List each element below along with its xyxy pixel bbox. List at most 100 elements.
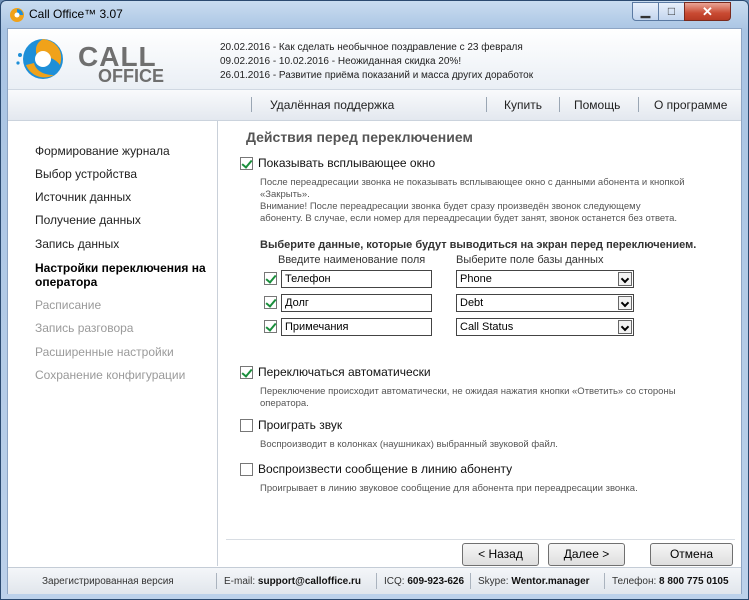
status-bar: Зарегистрированная версия E-mail: suppor… [8,567,741,594]
status-skype-label: Skype: [478,576,509,587]
maximize-icon: □ [667,4,676,18]
back-button[interactable]: < Назад [462,543,539,566]
sidebar-item-advanced: Расширенные настройки [35,345,174,359]
sidebar-item-data-source[interactable]: Источник данных [35,190,131,204]
play-message-label[interactable]: Воспроизвести сообщение в линию абоненту [258,462,512,476]
status-icq-label: ICQ: [384,576,405,587]
registration-status: Зарегистрированная версия [42,576,174,587]
minimize-icon: ▁ [640,4,651,18]
nav-about[interactable]: О программе [654,98,727,112]
popup-checkbox[interactable] [240,157,253,170]
chevron-down-icon[interactable] [618,272,632,286]
sidebar-item-schedule: Расписание [35,298,102,312]
db-field-select-value: Phone [460,273,492,285]
nav-help[interactable]: Помощь [574,98,620,112]
sidebar: Формирование журнала Выбор устройства Ис… [8,121,218,566]
description-line: оператора. [260,398,309,409]
chevron-down-icon[interactable] [618,320,632,334]
header: CALL OFFICE 20.02.2016 - Как сделать нео… [8,29,741,90]
status-divider [604,573,605,589]
minimize-button[interactable]: ▁ [632,2,659,21]
window-title: Call Office™ 3.07 [29,7,123,21]
phone-value: 8 800 775 0105 [659,576,729,587]
field-name-input[interactable]: Телефон [281,270,432,288]
auto-switch-checkbox[interactable] [240,366,253,379]
db-field-select[interactable]: Phone [456,270,634,288]
db-field-select-value: Call Status [460,321,514,333]
cancel-button[interactable]: Отмена [650,543,733,566]
chevron-down-icon[interactable] [618,296,632,310]
close-icon: ✕ [702,4,713,19]
news-list: 20.02.2016 - Как сделать необычное поздр… [220,41,533,83]
play-message-checkbox[interactable] [240,463,253,476]
maximize-button[interactable]: □ [658,2,685,21]
fields-heading: Выберите данные, которые будут выводитьс… [260,239,697,251]
title-bar[interactable]: Call Office™ 3.07 ▁ □ ✕ [1,1,748,28]
news-item[interactable]: 26.01.2016 - Развитие приёма показаний и… [220,69,533,83]
field-row-checkbox[interactable] [264,320,277,333]
sidebar-item-recording: Запись разговора [35,321,134,335]
close-button[interactable]: ✕ [684,2,731,21]
sidebar-item-data-write[interactable]: Запись данных [35,237,119,251]
sidebar-item-data-receive[interactable]: Получение данных [35,213,141,227]
field-row-checkbox[interactable] [264,296,277,309]
nav-divider [251,97,252,112]
status-email-label: E-mail: [224,576,256,587]
main-content: Действия перед переключением Показывать … [218,121,741,566]
news-item[interactable]: 09.02.2016 - 10.02.2016 - Неожиданная ск… [220,55,533,69]
sidebar-item-switch-settings-line2[interactable]: оператора [35,275,97,289]
news-item[interactable]: 20.02.2016 - Как сделать необычное поздр… [220,41,533,55]
status-divider [376,573,377,589]
status-phone: Телефон: 8 800 775 0105 [612,576,729,587]
auto-switch-label[interactable]: Переключаться автоматически [258,365,431,379]
email-link[interactable]: support@calloffice.ru [258,576,361,587]
description-line: Переключение происходит автоматически, н… [260,386,676,397]
sidebar-item-journal[interactable]: Формирование журнала [35,144,170,158]
field-name-input[interactable]: Долг [281,294,432,312]
db-field-column-header: Выберите поле базы данных [456,254,604,266]
field-row-checkbox[interactable] [264,272,277,285]
status-divider [216,573,217,589]
description-line: абоненту. В случае, если номер для переа… [260,213,678,224]
popup-checkbox-label[interactable]: Показывать всплывающее окно [258,156,435,170]
description-line: После переадресации звонка не показывать… [260,177,685,188]
play-sound-label[interactable]: Проиграть звук [258,418,342,432]
status-icq: ICQ: 609-923-626 [384,576,464,587]
play-message-description: Проигрывает в линию звуковое сообщение д… [260,483,638,494]
status-phone-label: Телефон: [612,576,657,587]
description-line: Внимание! После переадресации звонка буд… [260,201,641,212]
description-line: «Закрыть». [260,189,310,200]
page-title: Действия перед переключением [246,129,473,145]
sidebar-item-save-config: Сохранение конфигурации [35,368,186,382]
sidebar-item-device[interactable]: Выбор устройства [35,167,137,181]
skype-value: Wentor.manager [511,576,590,587]
db-field-select[interactable]: Call Status [456,318,634,336]
logo-swirl-icon [16,39,63,79]
nav-remote-support[interactable]: Удалённая поддержка [270,98,394,112]
play-sound-description: Воспроизводит в колонках (наушниках) выб… [260,439,558,450]
nav-buy[interactable]: Купить [504,98,542,112]
status-email: E-mail: support@calloffice.ru [224,576,361,587]
status-divider [470,573,471,589]
nav-divider [638,97,639,112]
auto-switch-description: Переключение происходит автоматически, н… [260,386,730,410]
next-button[interactable]: Далее > [548,543,625,566]
logo-text-office: OFFICE [98,66,164,86]
divider [226,539,735,540]
status-skype: Skype: Wentor.manager [478,576,590,587]
icq-value: 609-923-626 [407,576,465,587]
popup-description: После переадресации звонка не показывать… [260,177,730,225]
sidebar-item-switch-settings[interactable]: Настройки переключения на [35,261,206,275]
nav-divider [559,97,560,112]
nav-divider [486,97,487,112]
logo: CALL OFFICE [14,35,204,86]
db-field-select-value: Debt [460,297,484,309]
db-field-select[interactable]: Debt [456,294,634,312]
top-nav: Удалённая поддержка Купить Помощь О прог… [8,90,741,121]
call-office-logo-icon [10,8,24,22]
app-window: Call Office™ 3.07 ▁ □ ✕ CALL OFFICE 20.0… [0,0,749,600]
client-area: CALL OFFICE 20.02.2016 - Как сделать нео… [7,28,742,594]
play-sound-checkbox[interactable] [240,419,253,432]
field-name-input[interactable]: Примечания [281,318,432,336]
field-name-column-header: Введите наименование поля [278,254,426,266]
